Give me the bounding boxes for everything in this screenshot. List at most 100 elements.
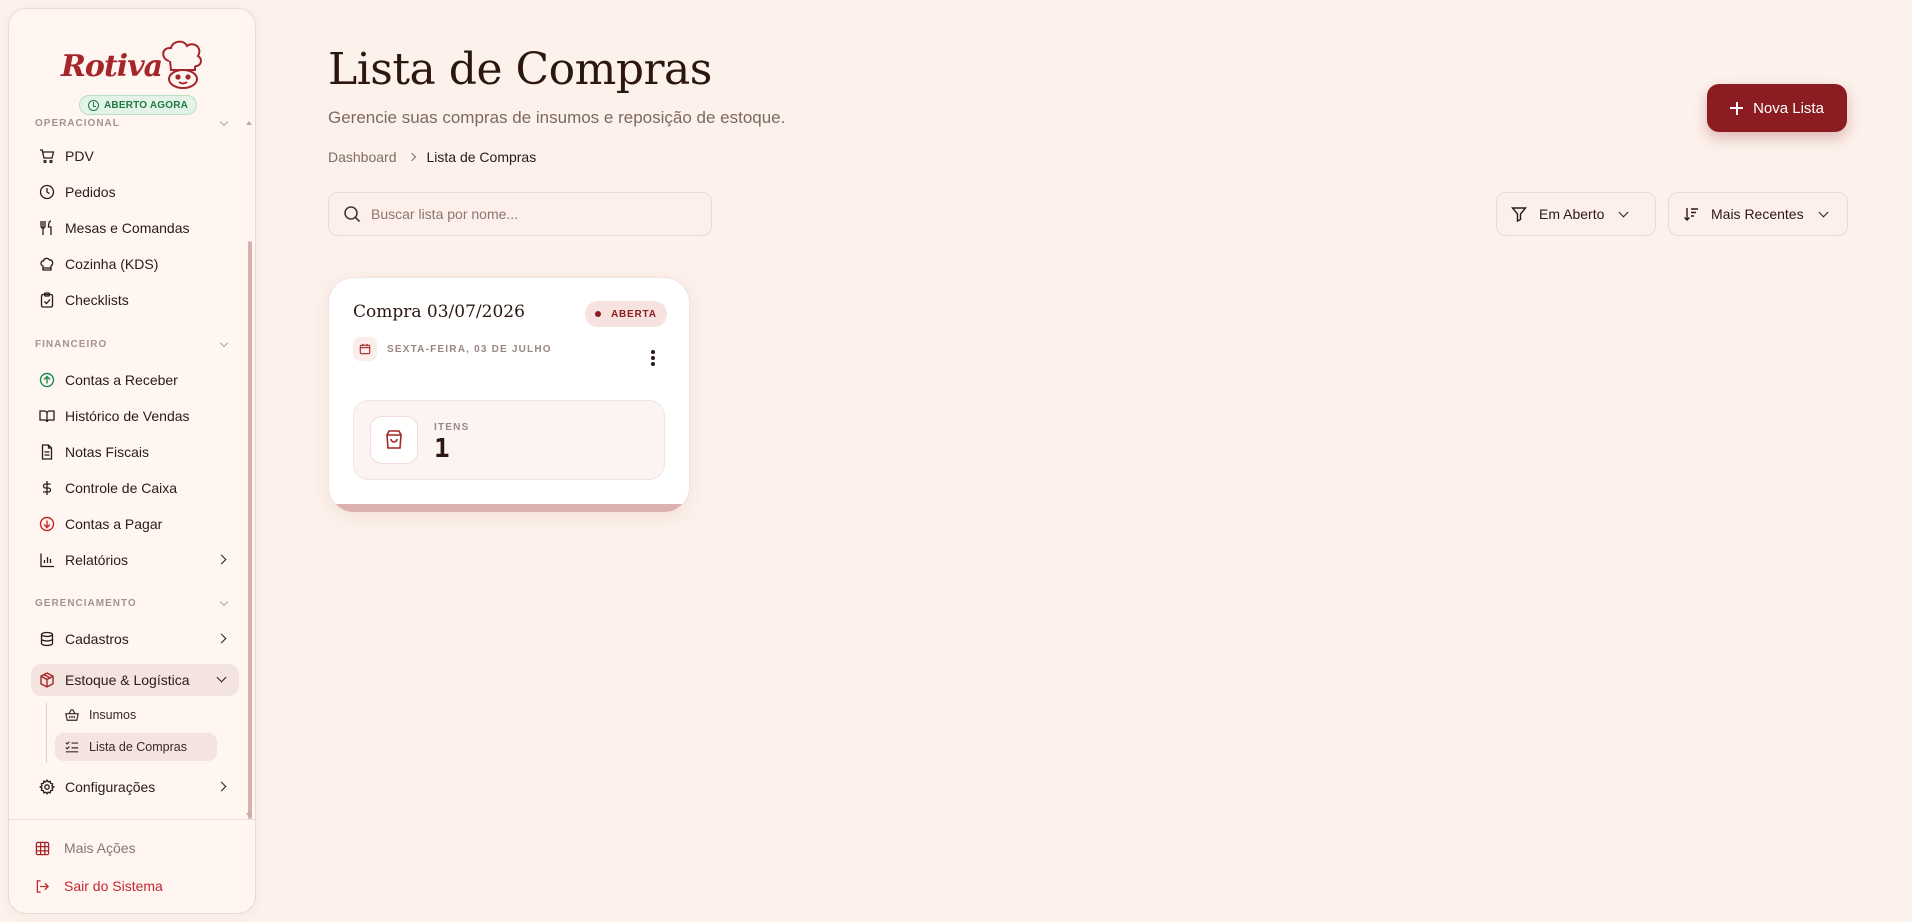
list-title: Compra 03/07/2026 bbox=[353, 302, 525, 322]
gear-icon bbox=[39, 779, 55, 795]
sidebar-scrollbar[interactable] bbox=[248, 241, 252, 819]
sidebar-item-label: Pedidos bbox=[65, 184, 116, 200]
card-bottom-accent bbox=[329, 504, 689, 512]
more-actions-label: Mais Ações bbox=[64, 840, 136, 856]
sidebar-item-label: Checklists bbox=[65, 292, 129, 308]
sort-icon bbox=[1684, 208, 1698, 221]
logo-text: Rotiva bbox=[61, 49, 163, 84]
sidebar-item-label: Mesas e Comandas bbox=[65, 220, 190, 236]
page-title: Lista de Compras bbox=[328, 44, 712, 95]
sidebar-item-label: Controle de Caixa bbox=[65, 480, 178, 496]
section-title: FINANCEIRO bbox=[35, 338, 108, 350]
search-icon bbox=[344, 206, 361, 223]
sidebar-item-checklists[interactable]: Checklists bbox=[31, 284, 239, 316]
grid-icon bbox=[35, 841, 50, 855]
breadcrumb-dashboard[interactable]: Dashboard bbox=[328, 149, 397, 165]
shopping-bag-icon-box bbox=[370, 416, 418, 464]
section-gerenciamento[interactable]: GERENCIAMENTO bbox=[35, 595, 231, 611]
sidebar-subitem-lista-compras[interactable]: Lista de Compras bbox=[55, 733, 217, 761]
chevron-down-icon bbox=[216, 672, 227, 683]
file-text-icon bbox=[41, 444, 53, 460]
list-date-row: SEXTA-FEIRA, 03 DE JULHO bbox=[353, 337, 552, 361]
sidebar-item-pedidos[interactable]: Pedidos bbox=[31, 176, 239, 208]
sidebar-item-label: Estoque & Logística bbox=[65, 672, 190, 688]
sidebar-item-label: Cozinha (KDS) bbox=[65, 256, 159, 272]
sidebar-item-historico-vendas[interactable]: Histórico de Vendas bbox=[31, 400, 239, 432]
arrow-up-circle-icon bbox=[39, 372, 55, 388]
chef-hat-icon bbox=[40, 257, 54, 271]
chevron-right-icon bbox=[216, 633, 227, 644]
sidebar-item-estoque-logistica[interactable]: Estoque & Logística bbox=[31, 664, 239, 696]
sidebar-item-cadastros[interactable]: Cadastros bbox=[31, 623, 239, 655]
status-filter-select[interactable]: Em Aberto bbox=[1496, 192, 1656, 236]
page-subtitle: Gerencie suas compras de insumos e repos… bbox=[328, 108, 786, 127]
chef-mascot-icon bbox=[162, 40, 202, 89]
sidebar-item-label: Relatórios bbox=[65, 552, 129, 568]
brand-header: Rotiva ABERTO AGORA bbox=[9, 23, 257, 119]
database-icon bbox=[40, 631, 54, 647]
calendar-icon bbox=[359, 343, 371, 355]
sidebar-item-label: Configurações bbox=[65, 779, 156, 795]
list-date: SEXTA-FEIRA, 03 DE JULHO bbox=[387, 343, 552, 355]
sidebar-subitem-label: Insumos bbox=[89, 708, 137, 722]
sort-select[interactable]: Mais Recentes bbox=[1668, 192, 1848, 236]
sidebar-footer-divider bbox=[9, 819, 257, 820]
status-badge: ABERTA bbox=[585, 301, 667, 327]
section-financeiro[interactable]: FINANCEIRO bbox=[35, 336, 231, 352]
status-badge-label: ABERTA bbox=[611, 308, 657, 320]
new-list-button[interactable]: Nova Lista bbox=[1707, 84, 1847, 132]
more-options-icon[interactable] bbox=[645, 348, 661, 368]
chevron-down-icon bbox=[219, 597, 229, 606]
clipboard-check-icon bbox=[40, 292, 54, 308]
sidebar-item-controle-caixa[interactable]: Controle de Caixa bbox=[31, 472, 239, 504]
plus-icon bbox=[1730, 101, 1744, 115]
search-input[interactable] bbox=[371, 206, 691, 222]
sidebar-subitem-label: Lista de Compras bbox=[89, 740, 187, 754]
calendar-icon-box bbox=[353, 337, 377, 361]
scroll-up-arrow-icon[interactable] bbox=[246, 121, 252, 125]
shopping-bag-icon bbox=[386, 430, 402, 449]
sidebar-item-label: Cadastros bbox=[65, 631, 129, 647]
sidebar-item-contas-pagar[interactable]: Contas a Pagar bbox=[31, 508, 239, 540]
arrow-down-circle-icon bbox=[39, 516, 55, 532]
shopping-list-card[interactable]: Compra 03/07/2026 ABERTA SEXTA-FEIRA, 03… bbox=[328, 277, 690, 513]
section-title: GERENCIAMENTO bbox=[35, 597, 137, 609]
sidebar-item-pdv[interactable]: PDV bbox=[31, 140, 239, 172]
items-count: 1 bbox=[434, 434, 450, 464]
sidebar-item-label: Contas a Receber bbox=[65, 372, 178, 388]
chevron-down-icon bbox=[1818, 207, 1829, 217]
logout-button[interactable]: Sair do Sistema bbox=[35, 874, 163, 898]
bar-chart-icon bbox=[40, 553, 54, 568]
sidebar-item-configuracoes[interactable]: Configurações bbox=[31, 771, 239, 803]
sidebar: Rotiva ABERTO AGORA OPERACIONAL PDV Pedi… bbox=[8, 8, 257, 914]
sidebar-item-contas-receber[interactable]: Contas a Receber bbox=[31, 364, 239, 396]
open-status-label: ABERTO AGORA bbox=[104, 99, 189, 111]
clock-icon bbox=[88, 99, 99, 111]
sidebar-item-label: Notas Fiscais bbox=[65, 444, 150, 460]
chevron-down-icon bbox=[219, 338, 229, 347]
section-operacional[interactable]: OPERACIONAL bbox=[35, 115, 231, 131]
breadcrumb: Dashboard Lista de Compras bbox=[328, 149, 536, 165]
list-checks-icon bbox=[65, 741, 79, 753]
sidebar-item-mesas[interactable]: Mesas e Comandas bbox=[31, 212, 239, 244]
sidebar-item-cozinha[interactable]: Cozinha (KDS) bbox=[31, 248, 239, 280]
status-dot-icon bbox=[595, 311, 601, 317]
sidebar-subitem-insumos[interactable]: Insumos bbox=[55, 701, 217, 729]
items-label: ITENS bbox=[434, 422, 470, 433]
sidebar-item-relatorios[interactable]: Relatórios bbox=[31, 544, 239, 576]
utensils-icon bbox=[40, 220, 52, 235]
more-actions-button[interactable]: Mais Ações bbox=[35, 836, 136, 860]
dollar-sign-icon bbox=[42, 481, 52, 495]
package-icon bbox=[40, 672, 54, 688]
clock-icon bbox=[39, 184, 55, 200]
new-list-label: Nova Lista bbox=[1753, 99, 1824, 117]
chevron-right-icon bbox=[216, 554, 227, 565]
sidebar-item-notas-fiscais[interactable]: Notas Fiscais bbox=[31, 436, 239, 468]
chevron-right-icon bbox=[407, 152, 416, 162]
logo[interactable]: Rotiva bbox=[61, 39, 211, 99]
sidebar-item-label: Contas a Pagar bbox=[65, 516, 163, 532]
sidebar-item-label: PDV bbox=[65, 148, 94, 164]
book-open-icon bbox=[39, 410, 55, 423]
logout-icon bbox=[36, 879, 50, 893]
scroll-down-arrow-icon[interactable] bbox=[246, 813, 252, 817]
